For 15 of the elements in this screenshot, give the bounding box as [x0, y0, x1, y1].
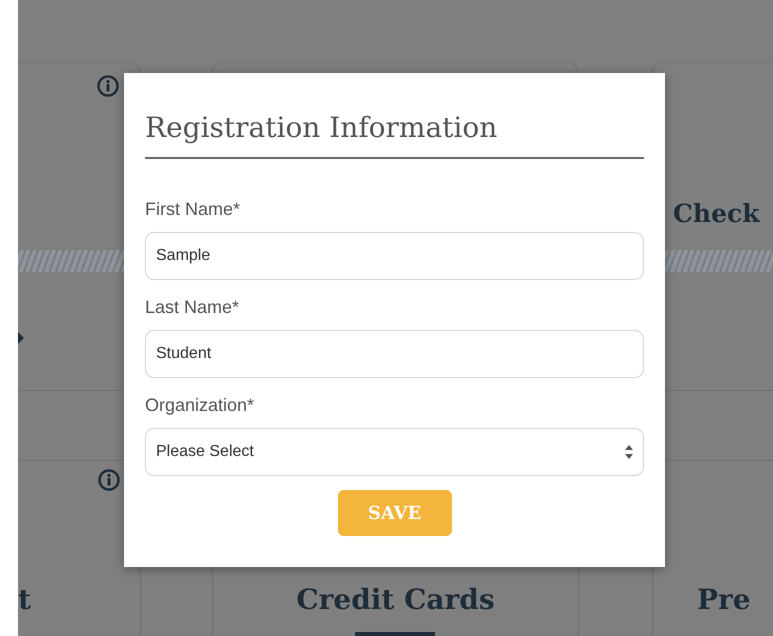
field-label: First Name*	[145, 199, 242, 220]
input-field[interactable]: Student	[145, 330, 644, 378]
card-title: t	[18, 583, 31, 616]
caret-icon[interactable]	[18, 332, 24, 344]
sort-arrows-icon	[625, 445, 633, 459]
select-field[interactable]: Please Select	[145, 428, 644, 476]
card-title: Credit Cards	[296, 583, 495, 616]
info-icon[interactable]	[98, 469, 120, 491]
field-label: Last Name*	[145, 297, 240, 318]
card-title: Check	[673, 199, 760, 228]
info-icon[interactable]	[97, 75, 119, 97]
input-field[interactable]: Sample	[145, 232, 644, 280]
dialog-title: Registration Information	[145, 111, 644, 159]
field-label: Organization*	[145, 395, 256, 416]
card-title: Pre	[696, 583, 751, 616]
